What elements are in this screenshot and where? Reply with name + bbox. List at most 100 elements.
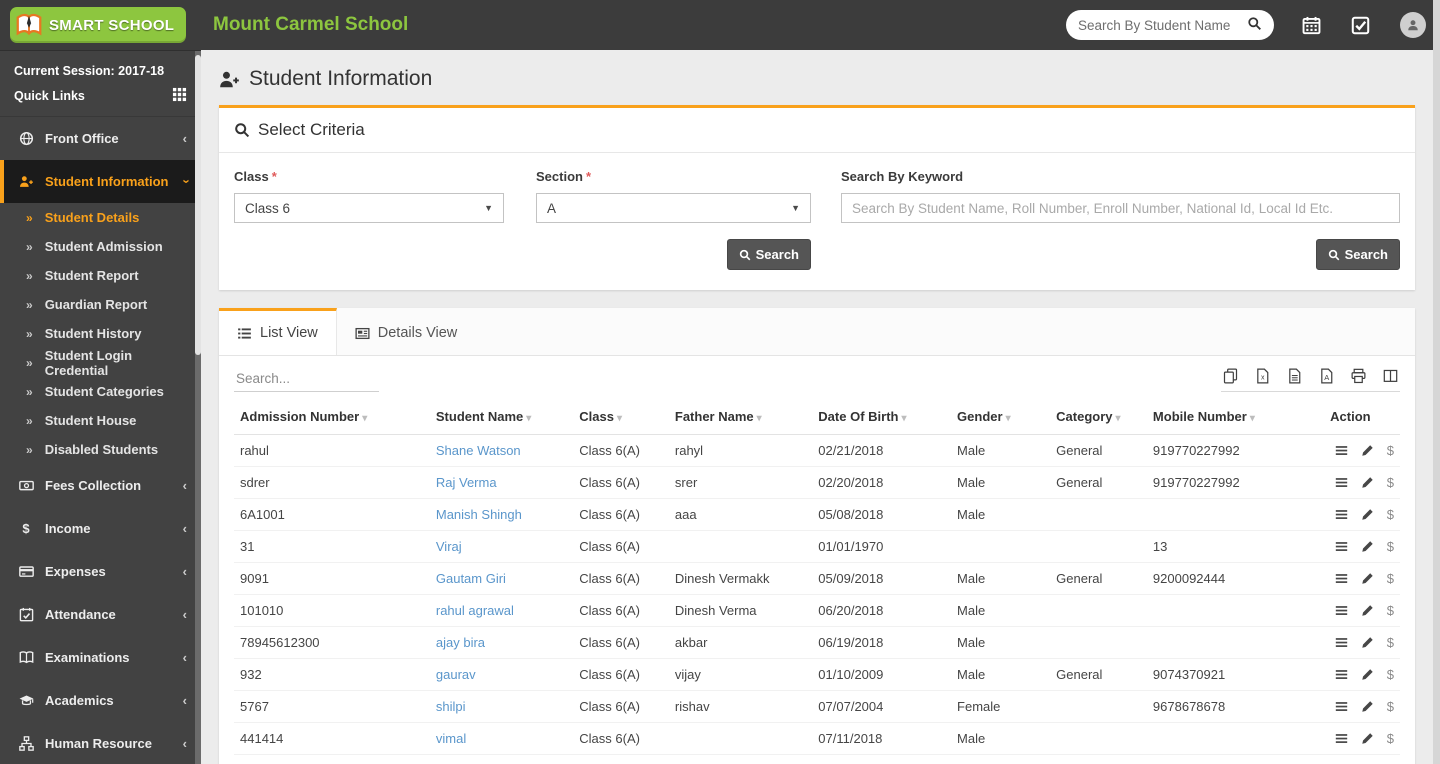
fees-icon[interactable]: $ <box>1387 539 1394 554</box>
sidebar-item-fees-collection[interactable]: Fees Collection ‹ <box>0 464 201 507</box>
edit-icon[interactable] <box>1361 508 1374 521</box>
header-search-input[interactable] <box>1078 17 1247 33</box>
excel-icon[interactable]: x <box>1255 368 1270 384</box>
tasks-icon[interactable] <box>1351 16 1370 35</box>
fees-icon[interactable]: $ <box>1387 603 1394 618</box>
cell-admission_number: 31 <box>234 530 430 563</box>
sidebar-item-expenses[interactable]: Expenses ‹ <box>0 550 201 593</box>
tab-details-view[interactable]: Details View <box>337 308 476 355</box>
column-header-mobile[interactable]: Mobile Number ▾ <box>1146 398 1325 435</box>
keyword-input[interactable] <box>841 193 1400 223</box>
row-menu-icon[interactable] <box>1335 700 1348 713</box>
student-name-link[interactable]: Viraj <box>436 539 462 554</box>
table-row: 31 Viraj Class 6(A) 01/01/1970 13 $ <box>234 530 1400 563</box>
row-menu-icon[interactable] <box>1335 668 1348 681</box>
student-name-link[interactable]: ajay bira <box>436 635 485 650</box>
edit-icon[interactable] <box>1361 668 1374 681</box>
print-icon[interactable] <box>1351 368 1366 384</box>
column-header-class[interactable]: Class ▾ <box>573 398 669 435</box>
calendar-icon[interactable] <box>1302 16 1321 35</box>
edit-icon[interactable] <box>1361 476 1374 489</box>
sidebar-item-student-information[interactable]: Student Information ‹ <box>0 160 201 203</box>
sidebar-subitem-student-categories[interactable]: » Student Categories <box>0 377 201 406</box>
row-menu-icon[interactable] <box>1335 508 1348 521</box>
sidebar-subitem-disabled-students[interactable]: » Disabled Students <box>0 435 201 464</box>
search-icon[interactable] <box>1247 16 1262 34</box>
sidebar-item-income[interactable]: $ Income ‹ <box>0 507 201 550</box>
sidebar-item-academics[interactable]: Academics ‹ <box>0 679 201 722</box>
fees-icon[interactable]: $ <box>1387 475 1394 490</box>
student-name-link[interactable]: shilpi <box>436 699 466 714</box>
sidebar-subitem-student-report[interactable]: » Student Report <box>0 261 201 290</box>
edit-icon[interactable] <box>1361 540 1374 553</box>
sidebar-item-attendance[interactable]: Attendance ‹ <box>0 593 201 636</box>
student-name-link[interactable]: vimal <box>436 731 466 746</box>
section-select[interactable]: A ▼ <box>536 193 811 223</box>
fees-icon[interactable]: $ <box>1387 443 1394 458</box>
edit-icon[interactable] <box>1361 444 1374 457</box>
student-name-link[interactable]: Gautam Giri <box>436 571 506 586</box>
column-header-gender[interactable]: Gender ▾ <box>951 398 1051 435</box>
select-arrow-icon: ▼ <box>484 203 493 213</box>
columns-icon[interactable] <box>1383 368 1398 384</box>
student-name-link[interactable]: gaurav <box>436 667 476 682</box>
csv-icon[interactable] <box>1287 368 1302 384</box>
sidebar-subitem-student-history[interactable]: » Student History <box>0 319 201 348</box>
pdf-icon[interactable]: A <box>1319 368 1334 384</box>
copy-icon[interactable] <box>1223 368 1238 384</box>
sidebar-item-examinations[interactable]: Examinations ‹ <box>0 636 201 679</box>
sidebar-subitem-student-admission[interactable]: » Student Admission <box>0 232 201 261</box>
column-header-admission_number[interactable]: Admission Number ▾ <box>234 398 430 435</box>
edit-icon[interactable] <box>1361 636 1374 649</box>
edit-icon[interactable] <box>1361 572 1374 585</box>
sidebar-subitem-student-details[interactable]: » Student Details <box>0 203 201 232</box>
header-student-search[interactable] <box>1066 10 1274 40</box>
sidebar-item-human-resource[interactable]: Human Resource ‹ <box>0 722 201 764</box>
sidebar-item-label: Academics <box>45 693 114 708</box>
academics-icon <box>18 693 34 708</box>
fees-icon[interactable]: $ <box>1387 731 1394 746</box>
class-select[interactable]: Class 6 ▼ <box>234 193 504 223</box>
app-logo[interactable]: SMART SCHOOL <box>0 7 201 43</box>
row-menu-icon[interactable] <box>1335 732 1348 745</box>
fees-icon[interactable]: $ <box>1387 507 1394 522</box>
row-menu-icon[interactable] <box>1335 444 1348 457</box>
double-chevron-icon: » <box>26 384 33 399</box>
tab-list-view[interactable]: List View <box>219 308 337 355</box>
cell-admission_number: 78945612300 <box>234 626 430 659</box>
keyword-search-button[interactable]: Search <box>1315 239 1400 270</box>
chevron-left-icon: ‹ <box>182 564 187 579</box>
fees-icon[interactable]: $ <box>1387 635 1394 650</box>
student-name-link[interactable]: Manish Shingh <box>436 507 522 522</box>
student-name-link[interactable]: Raj Verma <box>436 475 497 490</box>
cell-class: Class 6(A) <box>573 722 669 755</box>
user-avatar[interactable] <box>1400 12 1426 38</box>
row-menu-icon[interactable] <box>1335 476 1348 489</box>
row-menu-icon[interactable] <box>1335 636 1348 649</box>
row-menu-icon[interactable] <box>1335 604 1348 617</box>
student-name-link[interactable]: rahul agrawal <box>436 603 514 618</box>
column-header-category[interactable]: Category ▾ <box>1050 398 1147 435</box>
page-scrollbar[interactable] <box>1433 0 1440 764</box>
edit-icon[interactable] <box>1361 604 1374 617</box>
fees-icon[interactable]: $ <box>1387 667 1394 682</box>
cell-action: $ <box>1324 466 1400 499</box>
grid-icon[interactable] <box>172 87 187 105</box>
criteria-search-button[interactable]: Search <box>726 239 811 270</box>
edit-icon[interactable] <box>1361 700 1374 713</box>
fees-icon[interactable]: $ <box>1387 699 1394 714</box>
sidebar-item-front-office[interactable]: Front Office ‹ <box>0 117 201 160</box>
student-name-link[interactable]: Shane Watson <box>436 443 521 458</box>
sidebar-subitem-student-login-credential[interactable]: » Student Login Credential <box>0 348 201 378</box>
column-header-student_name[interactable]: Student Name ▾ <box>429 398 574 435</box>
edit-icon[interactable] <box>1361 732 1374 745</box>
sidebar-subitem-guardian-report[interactable]: » Guardian Report <box>0 290 201 319</box>
row-menu-icon[interactable] <box>1335 572 1348 585</box>
row-menu-icon[interactable] <box>1335 540 1348 553</box>
sidebar-scrollbar[interactable] <box>195 51 201 764</box>
column-header-dob[interactable]: Date Of Birth ▾ <box>812 398 952 435</box>
sidebar-subitem-student-house[interactable]: » Student House <box>0 406 201 435</box>
fees-icon[interactable]: $ <box>1387 571 1394 586</box>
column-header-father_name[interactable]: Father Name ▾ <box>668 398 813 435</box>
table-search-input[interactable] <box>234 368 379 392</box>
